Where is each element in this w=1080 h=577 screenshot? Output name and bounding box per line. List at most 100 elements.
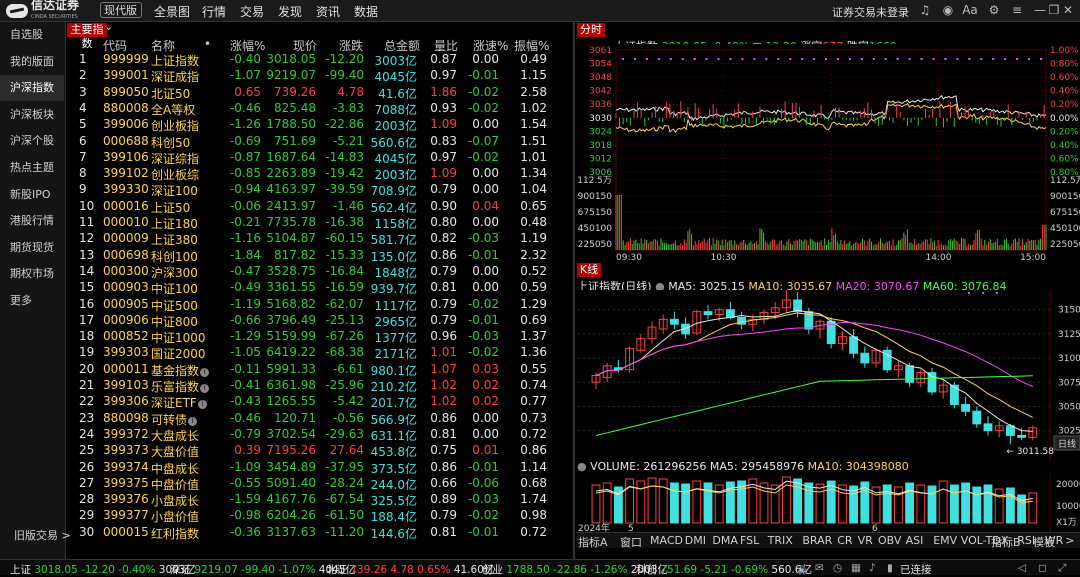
- trade-login-status[interactable]: 证券交易未登录: [832, 4, 909, 20]
- index-name[interactable]: 基金指数 i: [151, 362, 210, 379]
- index-name[interactable]: 北证50: [151, 85, 190, 102]
- index-name[interactable]: 上证50: [151, 199, 190, 216]
- tab-intraday[interactable]: 分时: [577, 23, 605, 37]
- table-row[interactable]: 16 000905 中证500 -1.19 5168.82 -62.07 1117亿 0.79…: [67, 297, 572, 313]
- version-select[interactable]: 现代版 ⌄: [100, 2, 142, 33]
- table-row[interactable]: 27 399375 中盘价值 -0.55 5091.40 -28.24 244.0亿 0.66…: [67, 476, 572, 492]
- tab-kline[interactable]: K线: [577, 263, 601, 277]
- index-name[interactable]: 中证100: [151, 280, 198, 297]
- alarm-icon[interactable]: ◷: [833, 562, 842, 574]
- indicator-tab-17[interactable]: 指标B: [991, 534, 1021, 550]
- indicator-tab-16[interactable]: >: [1065, 534, 1074, 547]
- sidebar-item-3[interactable]: 沪深板块: [0, 102, 64, 128]
- index-name[interactable]: 上证180: [151, 215, 198, 232]
- menu-3[interactable]: 发现: [278, 3, 302, 20]
- intraday-chart[interactable]: 3061 1.00% 3054 0.80% 3048 0.60% 3042 0.40% 3036…: [576, 44, 1080, 262]
- old-version-trade-link[interactable]: 旧版交易 >: [14, 527, 71, 543]
- indicator-tab-2[interactable]: MACD: [650, 534, 683, 547]
- table-row[interactable]: 12 000009 上证380 -1.16 5104.87 -60.15 581.7亿 0.8…: [67, 231, 572, 247]
- info-icon[interactable]: i: [188, 416, 198, 426]
- tab-main-indices[interactable]: 主要指数: [67, 23, 107, 50]
- index-name[interactable]: 小盘成长: [151, 492, 199, 509]
- index-name[interactable]: 可转债 i: [151, 411, 198, 428]
- table-row[interactable]: 22 399306 深证ETF i -0.43 1265.55 -5.42 201.7亿 1.0…: [67, 394, 572, 410]
- indicator-tab-9[interactable]: VR: [858, 534, 873, 547]
- table-row[interactable]: 13 000698 科创100 -1.84 817.82 -15.33 135.0亿 0.86…: [67, 248, 572, 264]
- sidebar-item-8[interactable]: 期货现货: [0, 235, 64, 261]
- table-row[interactable]: 1 999999 上证指数 -0.40 3018.05 -12.20 3003亿 0.87 0.…: [67, 52, 572, 68]
- index-name[interactable]: 中证500: [151, 297, 198, 314]
- index-name[interactable]: 深证ETF i: [151, 394, 207, 411]
- menu-2[interactable]: 交易: [240, 3, 264, 20]
- indicator-tab-7[interactable]: BRAR: [802, 534, 832, 547]
- table-row[interactable]: 4 880008 全A等权 -0.46 825.48 -3.83 7088亿 0.93 -0.0…: [67, 101, 572, 117]
- table-row[interactable]: 25 399373 大盘价值 0.39 7195.26 27.64 453.8亿 0.75 0.…: [67, 443, 572, 459]
- index-name[interactable]: 上证指数: [151, 52, 199, 69]
- sidebar-item-1[interactable]: 我的版面: [0, 49, 64, 75]
- index-name[interactable]: 中盘成长: [151, 460, 199, 477]
- speaker-icon[interactable]: 🔈: [797, 562, 810, 575]
- table-row[interactable]: 28 399376 小盘成长 -1.59 4167.76 -67.54 325.5亿 0.89…: [67, 492, 572, 508]
- index-name[interactable]: 国证2000: [151, 345, 206, 362]
- sidebar-item-2[interactable]: 沪深指数: [0, 75, 64, 102]
- menu-0[interactable]: 全景图: [154, 3, 190, 20]
- index-name[interactable]: 小盘价值: [151, 508, 199, 525]
- index-name[interactable]: 科创50: [151, 134, 190, 151]
- table-row[interactable]: 8 399102 创业板综 -0.85 2263.89 -19.42 2003亿 1.09 0.…: [67, 166, 572, 182]
- table-row[interactable]: 11 000010 上证180 -0.21 7735.78 -16.38 1158亿 0.80…: [67, 215, 572, 231]
- close-icon[interactable]: ✕: [1060, 3, 1076, 18]
- indicator-tab-6[interactable]: TRIX: [768, 534, 793, 547]
- menu-icon[interactable]: ≡: [1009, 3, 1025, 18]
- index-name[interactable]: 上证380: [151, 231, 198, 248]
- index-name[interactable]: 中证1000: [151, 329, 206, 346]
- sidebar-item-0[interactable]: 自选股: [0, 22, 64, 48]
- table-row[interactable]: 5 399006 创业板指 -1.26 1788.50 -22.86 2003亿 1.09 0.…: [67, 117, 572, 133]
- table-row[interactable]: 18 000852 中证1000 -1.29 5159.99 -67.26 1377亿 0.9…: [67, 329, 572, 345]
- table-row[interactable]: 6 000688 科创50 -0.69 751.69 -5.21 560.6亿 0.83 -0.…: [67, 134, 572, 150]
- signal-icon[interactable]: ▮: [887, 562, 893, 574]
- index-name[interactable]: 全A等权: [151, 101, 195, 118]
- column-header-2[interactable]: •: [204, 37, 211, 51]
- table-row[interactable]: 26 399374 中盘成长 -1.09 3454.89 -37.95 373.5亿 0.86…: [67, 460, 572, 476]
- sidebar-item-4[interactable]: 沪深个股: [0, 128, 64, 154]
- status-bz[interactable]: 北证 739.26 4.78 0.65% 41.60亿: [326, 562, 494, 577]
- lock-icon[interactable]: ◻: [1038, 562, 1047, 574]
- menu-4[interactable]: 资讯: [316, 3, 340, 20]
- chat-icon[interactable]: ✉: [815, 562, 824, 574]
- indicator-tab-1[interactable]: 窗口: [620, 534, 642, 550]
- table-row[interactable]: 24 399372 大盘成长 -0.79 3702.54 -29.63 631.1亿 0.81…: [67, 427, 572, 443]
- table-row[interactable]: 10 000016 上证50 -0.06 2413.97 -1.46 562.4亿 0.90 0…: [67, 199, 572, 215]
- index-name[interactable]: 科创100: [151, 248, 198, 265]
- kline-chart[interactable]: 3150 3125 3100 3075 3050 3025 ← 3174.27 ← 3011.…: [576, 290, 1080, 460]
- table-row[interactable]: 15 000903 中证100 -0.49 3361.55 -16.59 939.7亿 0.8…: [67, 280, 572, 296]
- indicator-tab-3[interactable]: DMI: [685, 534, 706, 547]
- info-icon[interactable]: i: [200, 384, 210, 393]
- indicator-tab-11[interactable]: ASI: [906, 534, 924, 547]
- indicator-tab-8[interactable]: CR: [837, 534, 852, 547]
- index-name[interactable]: 创业板指: [151, 117, 199, 134]
- info-icon[interactable]: i: [200, 367, 210, 377]
- indicator-tab-18[interactable]: 模板: [1033, 534, 1055, 550]
- table-row[interactable]: 9 399330 深证100 -0.94 4163.97 -39.59 708.9亿 0.79…: [67, 182, 572, 198]
- index-name[interactable]: 沪深300: [151, 264, 198, 281]
- table-row[interactable]: 29 399377 小盘价值 -0.98 6204.26 -61.50 188.4亿 0.79…: [67, 508, 572, 524]
- index-name[interactable]: 红利指数: [151, 525, 199, 542]
- table-row[interactable]: 2 399001 深证成指 -1.07 9219.07 -99.40 4045亿 0.97 -0…: [67, 68, 572, 84]
- indicator-tab-0[interactable]: 指标A: [578, 534, 608, 550]
- sidebar-item-6[interactable]: 新股IPO: [0, 182, 64, 208]
- index-name[interactable]: 中证800: [151, 313, 198, 330]
- bell-icon[interactable]: ♪: [869, 562, 876, 574]
- indicator-tab-5[interactable]: FSL: [740, 534, 759, 547]
- status-kc[interactable]: 科创 751.69 -5.21 -0.69% 560.6亿: [636, 562, 812, 577]
- table-row[interactable]: 7 399106 深证综指 -0.87 1687.64 -14.83 4045亿 0.97 -0…: [67, 150, 572, 166]
- sidebar-item-9[interactable]: 期权市场: [0, 261, 64, 287]
- index-name[interactable]: 乐富指数 i: [151, 378, 210, 395]
- index-name[interactable]: 深证综指: [151, 150, 199, 167]
- panel-divider[interactable]: [573, 22, 575, 559]
- settings-icon[interactable]: ⚙: [986, 3, 1002, 18]
- expand-icon[interactable]: ⤢: [1058, 562, 1066, 575]
- index-name[interactable]: 深证100: [151, 182, 198, 199]
- volume-icon[interactable]: ◁: [1018, 562, 1026, 574]
- table-row[interactable]: 21 399103 乐富指数 i -0.41 6361.98 -25.96 210.2亿 1.0…: [67, 378, 572, 394]
- index-name[interactable]: 大盘成长: [151, 427, 199, 444]
